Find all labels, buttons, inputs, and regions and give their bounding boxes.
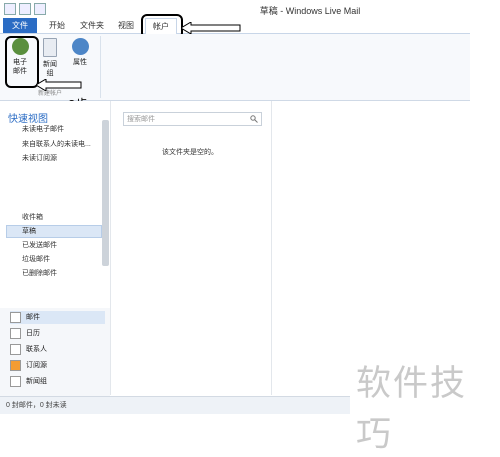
folder-scrollbar[interactable] xyxy=(101,108,110,296)
arrow-step1 xyxy=(181,22,241,34)
quick-views-title[interactable]: 快速视图 xyxy=(8,110,48,125)
title-bar: 草稿 - Windows Live Mail xyxy=(0,0,470,18)
tab-home[interactable]: 开始 xyxy=(45,18,69,33)
scroll-thumb[interactable] xyxy=(102,120,109,266)
arrow-step2 xyxy=(36,79,82,91)
quick-view-unread-feeds[interactable]: 未读订阅源 xyxy=(22,153,57,163)
mail-icon xyxy=(10,311,21,323)
empty-folder-text: 该文件夹是空的。 xyxy=(162,149,218,156)
tab-folder[interactable]: 文件夹 xyxy=(78,18,106,33)
quick-view-unread-contacts[interactable]: 来自联系人的未读电... xyxy=(22,139,91,149)
group-separator xyxy=(100,36,101,98)
search-icon[interactable] xyxy=(250,115,258,123)
contacts-icon xyxy=(10,343,21,355)
nav-contacts[interactable]: 联系人 xyxy=(10,343,105,356)
folder-sent[interactable]: 已发送邮件 xyxy=(22,240,57,250)
nav-newsgroups[interactable]: 新闻组 xyxy=(10,375,105,388)
selected-folder-highlight xyxy=(6,225,102,238)
watermark: 软件技巧 xyxy=(356,364,468,454)
nav-mail[interactable]: 邮件 xyxy=(10,311,105,324)
tab-file[interactable]: 文件 xyxy=(3,18,37,33)
newsgroup-button[interactable]: 新闻 组 xyxy=(37,36,63,78)
calendar-icon xyxy=(10,327,21,339)
nav-calendar[interactable]: 日历 xyxy=(10,327,105,340)
folder-junk[interactable]: 垃圾邮件 xyxy=(22,254,50,264)
folder-deleted[interactable]: 已删除邮件 xyxy=(22,268,57,278)
properties-at-icon xyxy=(71,38,89,55)
newsgroup-nav-icon xyxy=(10,375,21,387)
message-list-pane xyxy=(110,101,272,395)
folder-inbox[interactable]: 收件箱 xyxy=(22,212,43,222)
quick-view-unread-mail[interactable]: 未读电子邮件 xyxy=(22,124,64,134)
newsgroup-icon xyxy=(43,38,57,57)
bottom-nav: 邮件 日历 联系人 订阅源 新闻组 xyxy=(0,308,110,396)
highlight-box-email xyxy=(5,36,39,88)
status-bar: 0 封邮件，0 封未读 xyxy=(0,396,350,414)
rss-icon xyxy=(10,359,21,371)
nav-feeds[interactable]: 订阅源 xyxy=(10,359,105,372)
tab-view[interactable]: 视图 xyxy=(114,18,138,33)
folder-drafts[interactable]: 草稿 xyxy=(22,226,36,236)
properties-button[interactable]: 属性 xyxy=(67,36,93,67)
search-input[interactable]: 搜索邮件 xyxy=(123,112,262,126)
window-title: 草稿 - Windows Live Mail xyxy=(259,6,361,16)
